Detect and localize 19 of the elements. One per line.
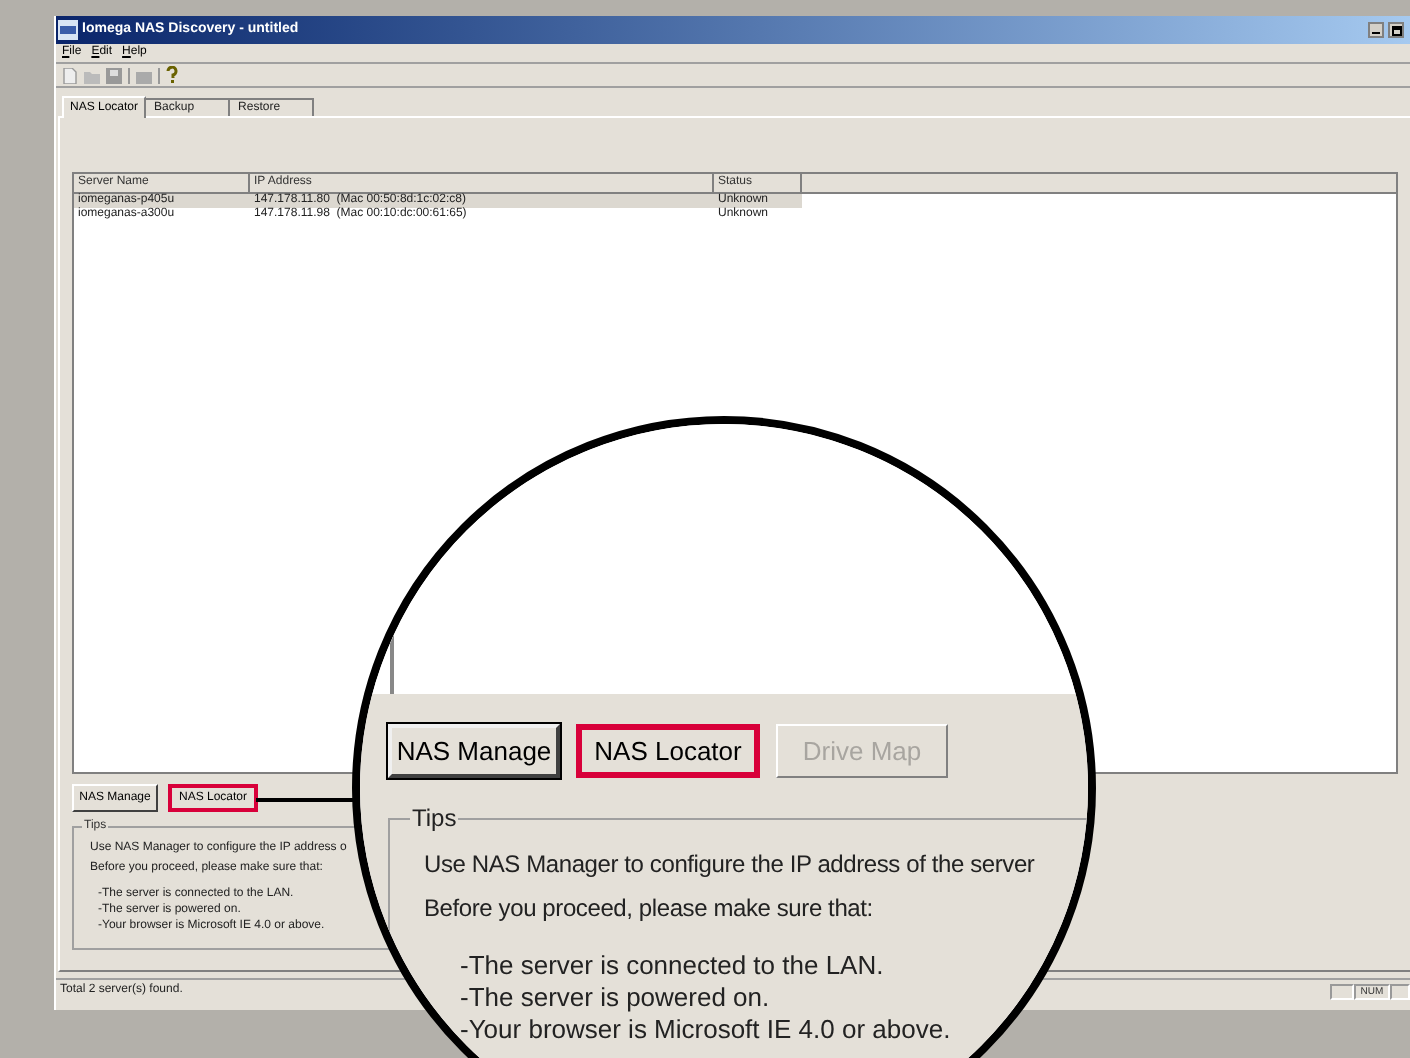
minimize-button[interactable]: [1368, 22, 1384, 38]
help-icon[interactable]: [166, 66, 178, 84]
save-icon[interactable]: [106, 67, 122, 83]
app-icon: [58, 20, 78, 40]
nas-button[interactable]: NAS Locator: [576, 724, 760, 778]
status-panel: [1330, 983, 1354, 999]
tip-text: Before you proceed, please make sure that:: [424, 892, 873, 924]
checklist-item: -The server is powered on.: [460, 982, 770, 1014]
tray-icon[interactable]: [136, 67, 152, 83]
folder-icon[interactable]: [84, 67, 100, 83]
tips-heading: Tips: [410, 802, 459, 834]
status-panel: [1390, 983, 1410, 999]
tip-text: Use NAS Manager to configure the IP address of the server: [424, 848, 1035, 880]
new-file-icon[interactable]: [62, 67, 78, 83]
nas-button: Drive Map: [776, 724, 948, 778]
checklist-item: -The server is connected to the LAN.: [460, 950, 884, 982]
checklist-item: -Your browser is Microsoft IE 4.0 or above.: [460, 1014, 951, 1046]
maximize-button[interactable]: [1388, 22, 1404, 38]
nas-button[interactable]: NAS Manage: [388, 724, 560, 778]
